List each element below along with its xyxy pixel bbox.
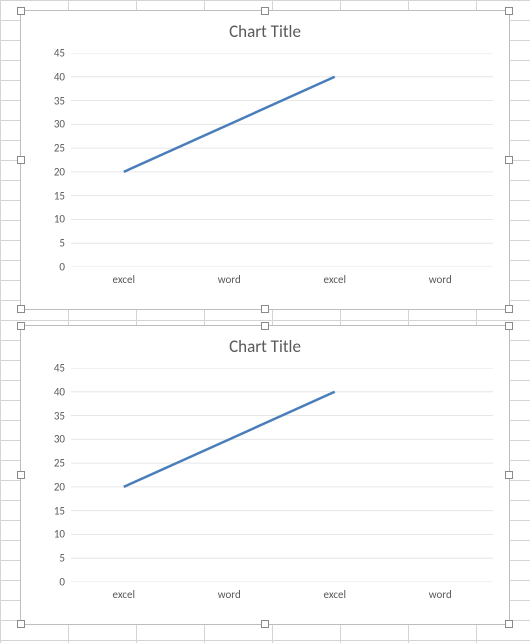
resize-handle-bm[interactable] (261, 620, 269, 628)
resize-handle-tr[interactable] (505, 7, 513, 15)
x-tick-label: word (218, 273, 241, 286)
y-tick-label: 40 (25, 385, 65, 398)
y-tick-label: 5 (25, 552, 65, 565)
y-tick-label: 25 (25, 457, 65, 470)
chart-title[interactable]: Chart Title (21, 336, 509, 357)
resize-handle-tm[interactable] (261, 7, 269, 15)
y-tick-label: 5 (25, 237, 65, 250)
resize-handle-mr[interactable] (505, 156, 513, 164)
y-tick-label: 15 (25, 189, 65, 202)
chart-object-2[interactable]: Chart Title excel word excel word 0 5 10 15 20 2… (20, 325, 510, 625)
resize-handle-mr[interactable] (505, 471, 513, 479)
resize-handle-bl[interactable] (17, 305, 25, 313)
resize-handle-br[interactable] (505, 305, 513, 313)
y-tick-label: 10 (25, 528, 65, 541)
y-tick-label: 10 (25, 213, 65, 226)
y-tick-label: 15 (25, 504, 65, 517)
resize-handle-br[interactable] (505, 620, 513, 628)
y-tick-label: 0 (25, 576, 65, 589)
resize-handle-tr[interactable] (505, 322, 513, 330)
resize-handle-tl[interactable] (17, 322, 25, 330)
y-tick-label: 35 (25, 94, 65, 107)
resize-handle-tm[interactable] (261, 322, 269, 330)
plot-area (71, 53, 493, 267)
x-tick-label: excel (324, 588, 346, 601)
chart-title[interactable]: Chart Title (21, 21, 509, 42)
x-axis: excel word excel word (71, 588, 493, 612)
x-tick-label: excel (113, 588, 135, 601)
x-tick-label: excel (113, 273, 135, 286)
resize-handle-tl[interactable] (17, 7, 25, 15)
x-tick-label: excel (324, 273, 346, 286)
y-tick-label: 45 (25, 47, 65, 60)
y-tick-label: 30 (25, 433, 65, 446)
x-tick-label: word (429, 588, 452, 601)
resize-handle-bl[interactable] (17, 620, 25, 628)
resize-handle-bm[interactable] (261, 305, 269, 313)
y-tick-label: 45 (25, 362, 65, 375)
y-tick-label: 0 (25, 261, 65, 274)
y-tick-label: 30 (25, 118, 65, 131)
y-tick-label: 20 (25, 165, 65, 178)
y-tick-label: 25 (25, 142, 65, 155)
y-tick-label: 40 (25, 70, 65, 83)
chart-object-1[interactable]: Chart Title excel word excel word 0 5 10 15 20 2… (20, 10, 510, 310)
resize-handle-ml[interactable] (17, 156, 25, 164)
plot-area (71, 368, 493, 582)
y-tick-label: 35 (25, 409, 65, 422)
x-tick-label: word (218, 588, 241, 601)
x-tick-label: word (429, 273, 452, 286)
y-tick-label: 20 (25, 480, 65, 493)
x-axis: excel word excel word (71, 273, 493, 297)
resize-handle-ml[interactable] (17, 471, 25, 479)
